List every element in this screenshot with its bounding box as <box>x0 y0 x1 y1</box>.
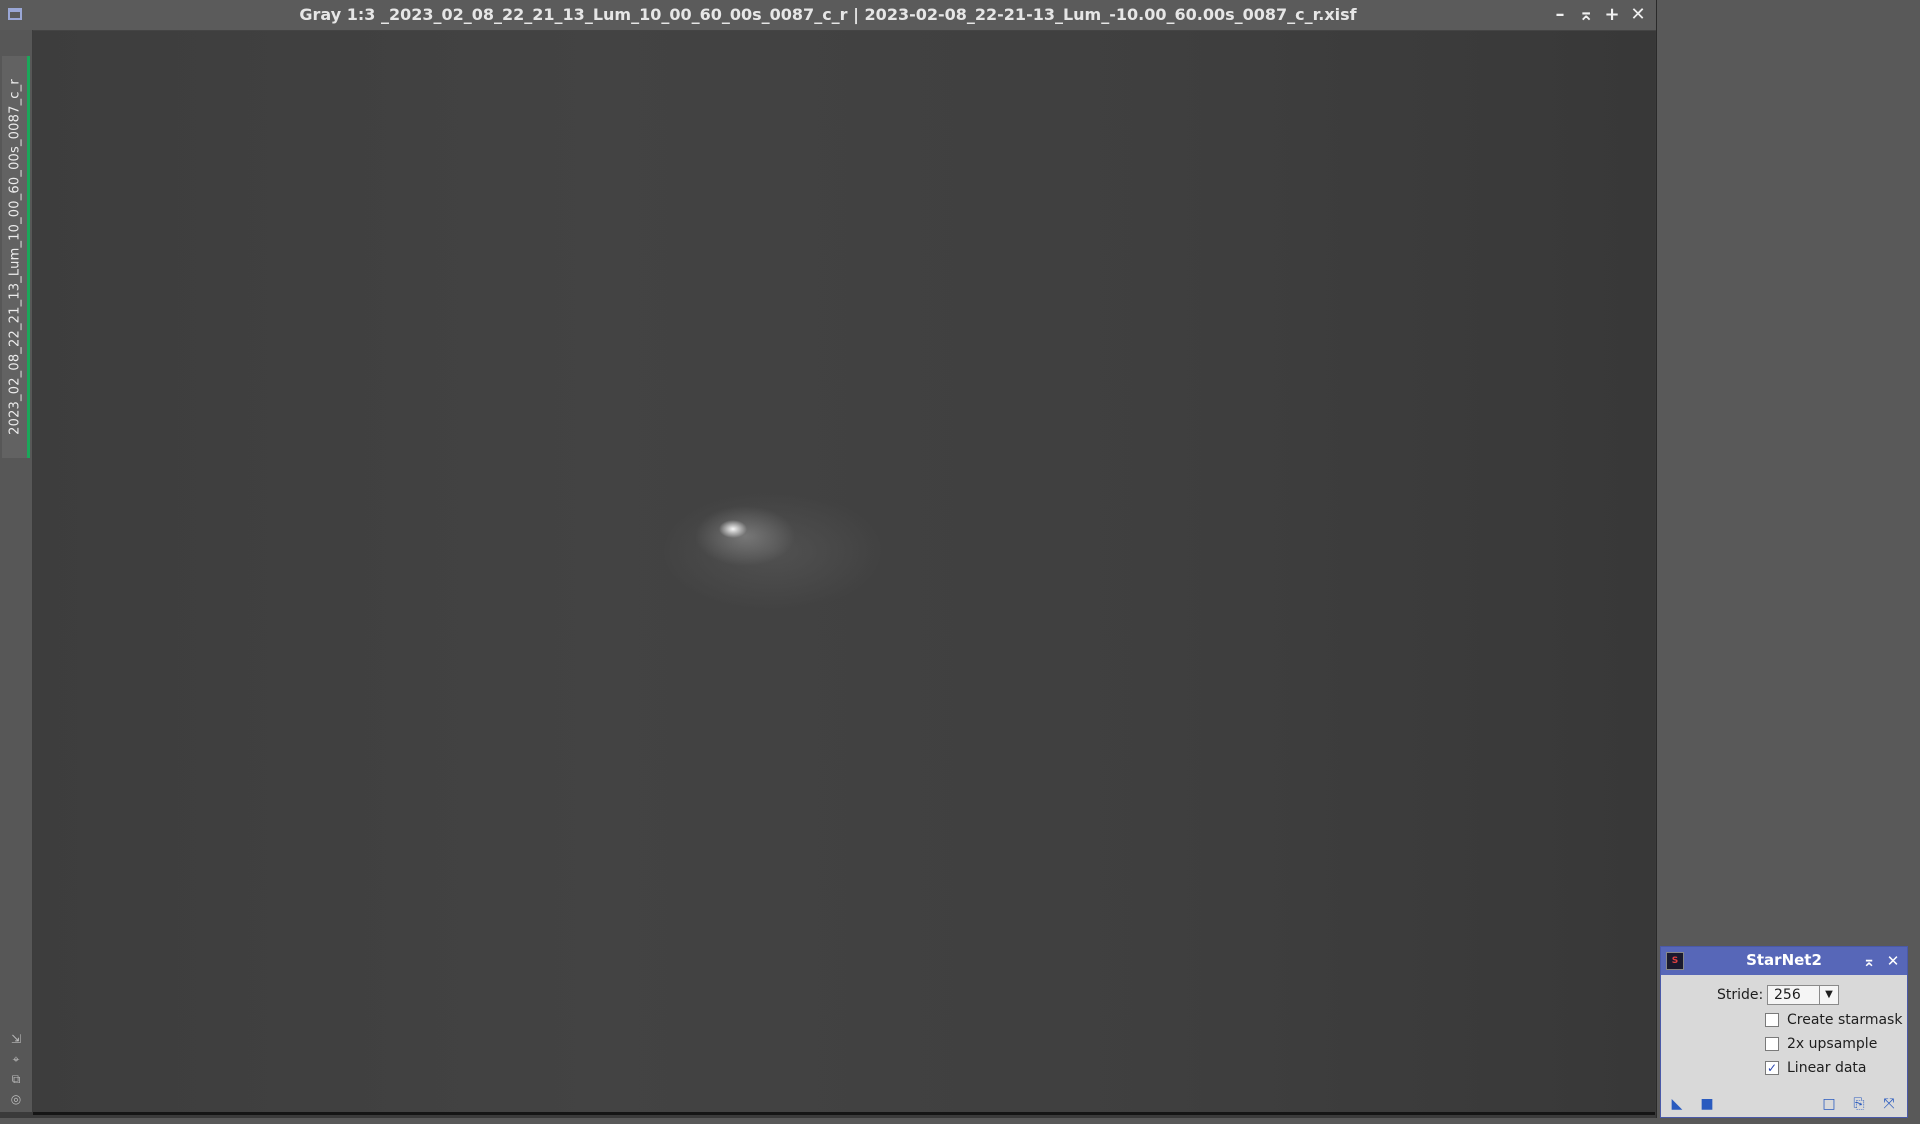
apply-global-icon[interactable]: ■ <box>1699 1096 1715 1112</box>
linear-data-checkbox[interactable]: ✓ <box>1765 1061 1779 1075</box>
target-icon[interactable]: ◎ <box>9 1092 23 1106</box>
upsample-label: 2x upsample <box>1787 1036 1878 1052</box>
image-window[interactable]: Gray 1:3 _2023_02_08_22_21_13_Lum_10_00_… <box>0 0 1657 1118</box>
drag-to-new-window-icon[interactable]: ⇲ <box>9 1032 23 1046</box>
stride-select[interactable]: 256 ▼ <box>1767 985 1839 1005</box>
workspace: Gray 1:3 _2023_02_08_22_21_13_Lum_10_00_… <box>0 0 1920 1124</box>
close-icon[interactable]: ✕ <box>1630 6 1646 24</box>
reset-icon[interactable]: ⤧ <box>1881 1096 1897 1112</box>
linear-data-label: Linear data <box>1787 1060 1867 1076</box>
chevron-down-icon[interactable]: ▼ <box>1819 986 1838 1004</box>
view-tab-label: 2023_02_08_22_21_13_Lum_10_00_60_00s_008… <box>7 79 22 435</box>
starnet2-titlebar[interactable]: S StarNet2 ⌅ ✕ <box>1661 947 1907 975</box>
view-tab[interactable]: 2023_02_08_22_21_13_Lum_10_00_60_00s_008… <box>2 56 30 458</box>
create-starmask-option[interactable]: Create starmask <box>1765 1012 1902 1028</box>
tool-footer: ◣ ■ □ ⎘ ⤧ <box>1661 1091 1907 1117</box>
maximize-icon[interactable]: + <box>1604 6 1620 24</box>
upsample-option[interactable]: 2x upsample <box>1765 1036 1877 1052</box>
browse-documentation-icon[interactable]: ⎘ <box>1851 1096 1867 1112</box>
canvas-scrollbar[interactable] <box>33 1112 1655 1115</box>
create-starmask-label: Create starmask <box>1787 1012 1903 1028</box>
image-window-titlebar[interactable]: Gray 1:3 _2023_02_08_22_21_13_Lum_10_00_… <box>0 0 1656 31</box>
clone-icon[interactable]: ⧉ <box>9 1072 23 1086</box>
create-starmask-checkbox[interactable] <box>1765 1013 1779 1027</box>
crosshair-icon[interactable]: ⌖ <box>9 1052 23 1066</box>
upsample-checkbox[interactable] <box>1765 1037 1779 1051</box>
preview-icon[interactable]: □ <box>1821 1096 1837 1112</box>
image-canvas[interactable] <box>33 31 1655 1114</box>
minimize-icon[interactable]: – <box>1552 6 1568 24</box>
stride-value: 256 <box>1774 987 1801 1003</box>
shade-icon[interactable]: ⌅ <box>1861 952 1877 970</box>
new-instance-icon[interactable]: ◣ <box>1669 1096 1685 1112</box>
view-tab-strip: 2023_02_08_22_21_13_Lum_10_00_60_00s_008… <box>0 30 33 1112</box>
linear-data-option[interactable]: ✓ Linear data <box>1765 1060 1867 1076</box>
starnet2-window[interactable]: S StarNet2 ⌅ ✕ Stride: 256 ▼ Create star… <box>1660 946 1908 1118</box>
image-window-title: Gray 1:3 _2023_02_08_22_21_13_Lum_10_00_… <box>299 5 1357 24</box>
shade-icon[interactable]: ⌅ <box>1578 6 1594 24</box>
close-icon[interactable]: ✕ <box>1885 952 1901 970</box>
stride-label: Stride: <box>1717 987 1764 1003</box>
